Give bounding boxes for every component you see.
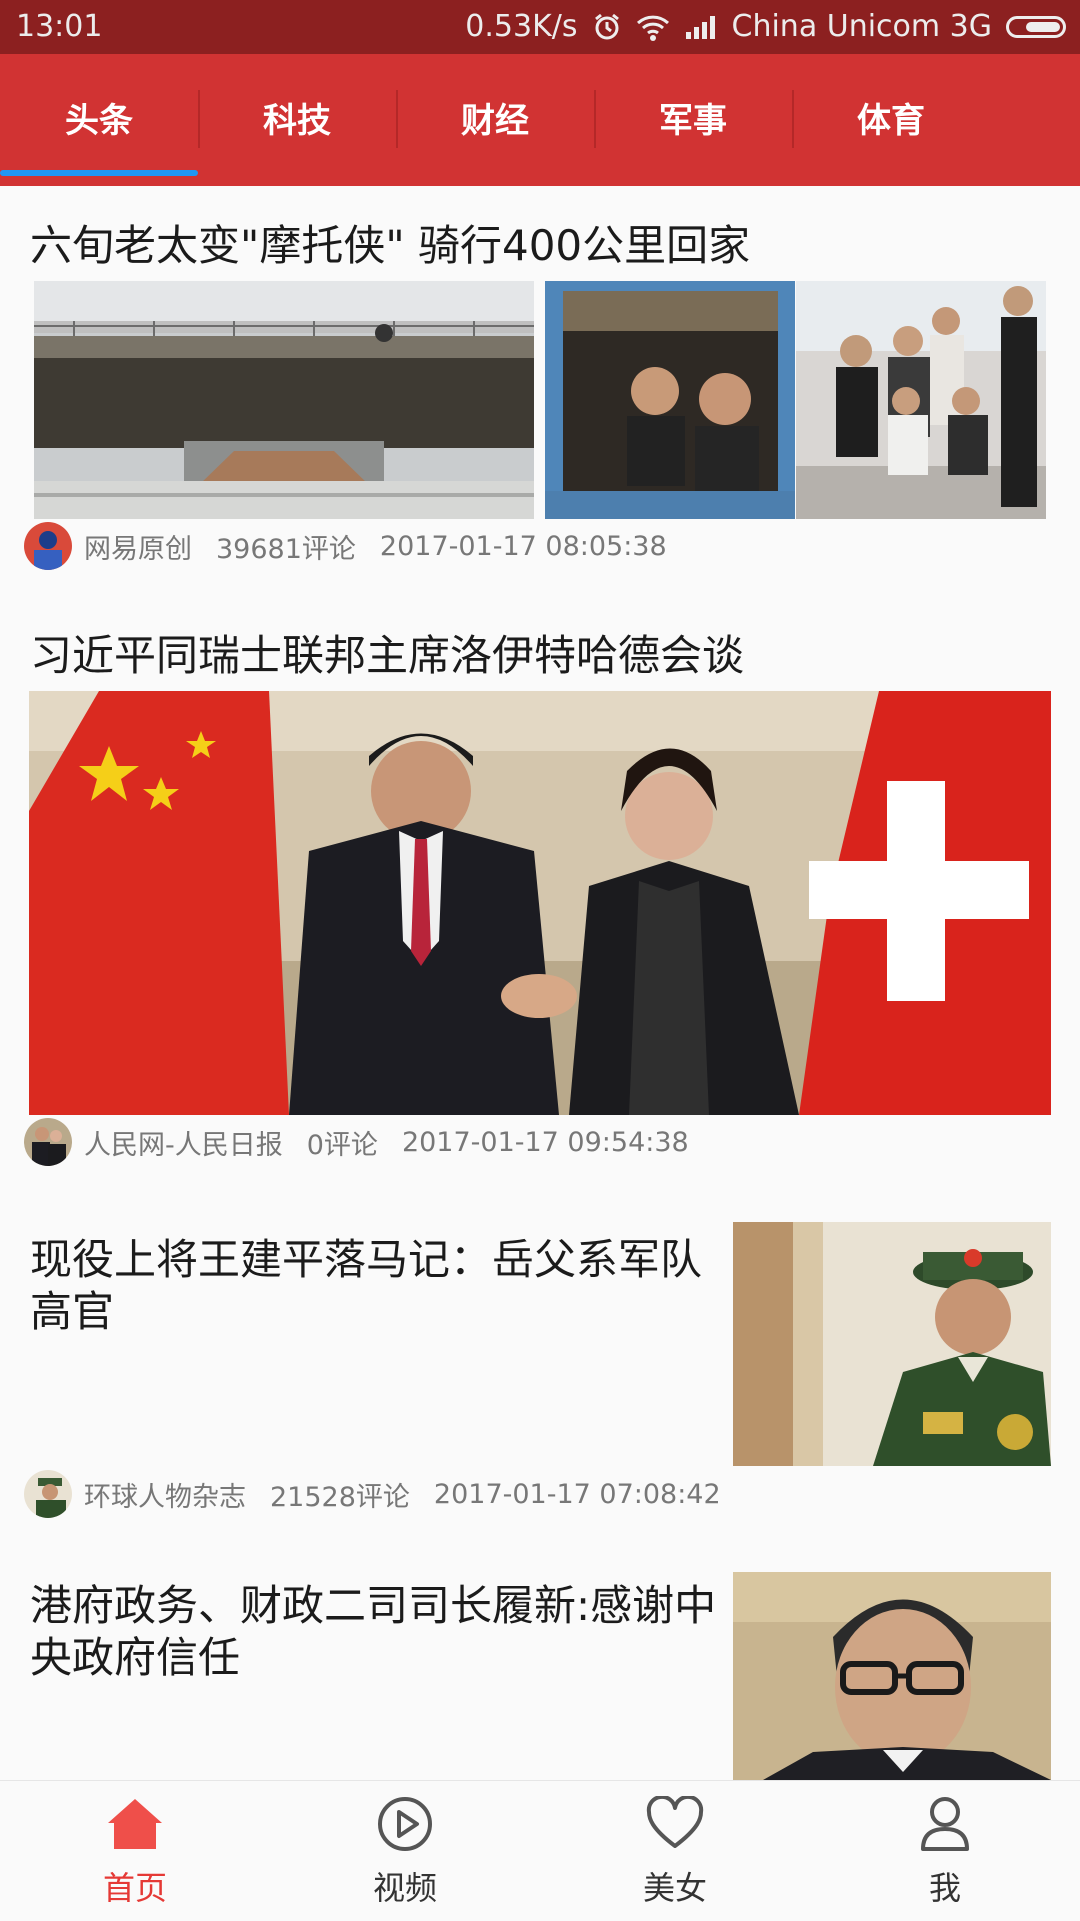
publish-time: 2017-01-17 08:05:38 bbox=[379, 530, 667, 562]
tab-finance[interactable]: 财经 bbox=[396, 54, 594, 180]
source-avatar bbox=[24, 522, 72, 570]
source-avatar bbox=[24, 1470, 72, 1518]
nav-label: 美女 bbox=[642, 1869, 707, 1907]
nav-beauty[interactable]: 美女 bbox=[540, 1781, 810, 1921]
play-icon bbox=[376, 1793, 434, 1855]
status-right: 0.53K/s China Unicom 3G bbox=[465, 9, 1066, 44]
heart-icon bbox=[645, 1793, 705, 1855]
tab-label: 头条 bbox=[65, 100, 133, 141]
nav-label: 我 bbox=[928, 1869, 961, 1907]
alarm-icon bbox=[592, 12, 622, 42]
signal-icon bbox=[684, 14, 718, 40]
news-title[interactable]: 习近平同瑞士联邦主席洛伊特哈德会谈 bbox=[30, 630, 744, 682]
bottom-navigation: 首页 视频 美女 我 bbox=[0, 1780, 1080, 1921]
news-feed[interactable]: 六旬老太变"摩托侠" 骑行400公里回家 网易原创 39681评论 2017-0… bbox=[0, 186, 1080, 1780]
bridge-photo[interactable] bbox=[34, 281, 534, 519]
nav-label: 首页 bbox=[102, 1869, 167, 1907]
network-speed: 0.53K/s bbox=[465, 9, 578, 44]
user-icon bbox=[918, 1793, 972, 1855]
news-meta: 人民网-人民日报 0评论 2017-01-17 09:54:38 bbox=[24, 1118, 713, 1166]
status-bar: 13:01 0.53K/s China Unicom 3G bbox=[0, 0, 1080, 54]
source-avatar bbox=[24, 1118, 72, 1166]
publish-time: 2017-01-17 09:54:38 bbox=[401, 1126, 689, 1158]
children-in-truck-photo[interactable] bbox=[545, 281, 795, 519]
nav-me[interactable]: 我 bbox=[810, 1781, 1080, 1921]
group-of-young-men-photo[interactable] bbox=[796, 281, 1046, 519]
comment-count: 39681评论 bbox=[216, 533, 356, 565]
handshake-with-flags-photo[interactable] bbox=[29, 691, 1051, 1115]
general-in-uniform-photo[interactable] bbox=[733, 1222, 1051, 1466]
news-meta: 网易原创 39681评论 2017-01-17 08:05:38 bbox=[24, 522, 691, 570]
category-tab-bar: 头条 科技 财经 军事 体育 bbox=[0, 54, 1080, 186]
tab-label: 军事 bbox=[659, 100, 727, 141]
news-title[interactable]: 港府政务、财政二司司长履新:感谢中央政府信任 bbox=[30, 1580, 730, 1684]
news-source: 人民网-人民日报 bbox=[84, 1129, 283, 1161]
nav-home[interactable]: 首页 bbox=[0, 1781, 270, 1921]
status-time: 13:01 bbox=[16, 9, 103, 44]
active-tab-indicator bbox=[0, 170, 198, 176]
news-meta: 环球人物杂志 21528评论 2017-01-17 07:08:42 bbox=[24, 1470, 745, 1518]
tab-sports[interactable]: 体育 bbox=[792, 54, 990, 180]
home-icon bbox=[106, 1793, 164, 1855]
tab-headlines[interactable]: 头条 bbox=[0, 54, 198, 180]
comment-count: 0评论 bbox=[306, 1129, 378, 1161]
official-with-glasses-photo[interactable] bbox=[733, 1572, 1051, 1780]
nav-label: 视频 bbox=[372, 1869, 437, 1907]
news-title[interactable]: 六旬老太变"摩托侠" 骑行400公里回家 bbox=[30, 220, 750, 272]
news-source: 环球人物杂志 bbox=[84, 1481, 246, 1513]
wifi-icon bbox=[636, 13, 670, 41]
tab-label: 体育 bbox=[857, 100, 925, 141]
news-source: 网易原创 bbox=[84, 533, 192, 565]
tab-tech[interactable]: 科技 bbox=[198, 54, 396, 180]
tab-label: 财经 bbox=[461, 100, 529, 141]
tab-label: 科技 bbox=[263, 100, 331, 141]
comment-count: 21528评论 bbox=[270, 1481, 410, 1513]
battery-icon bbox=[1006, 15, 1066, 38]
tab-military[interactable]: 军事 bbox=[594, 54, 792, 180]
nav-video[interactable]: 视频 bbox=[270, 1781, 540, 1921]
carrier-label: China Unicom 3G bbox=[731, 9, 992, 44]
news-title[interactable]: 现役上将王建平落马记：岳父系军队高官 bbox=[30, 1234, 730, 1338]
publish-time: 2017-01-17 07:08:42 bbox=[433, 1478, 721, 1510]
